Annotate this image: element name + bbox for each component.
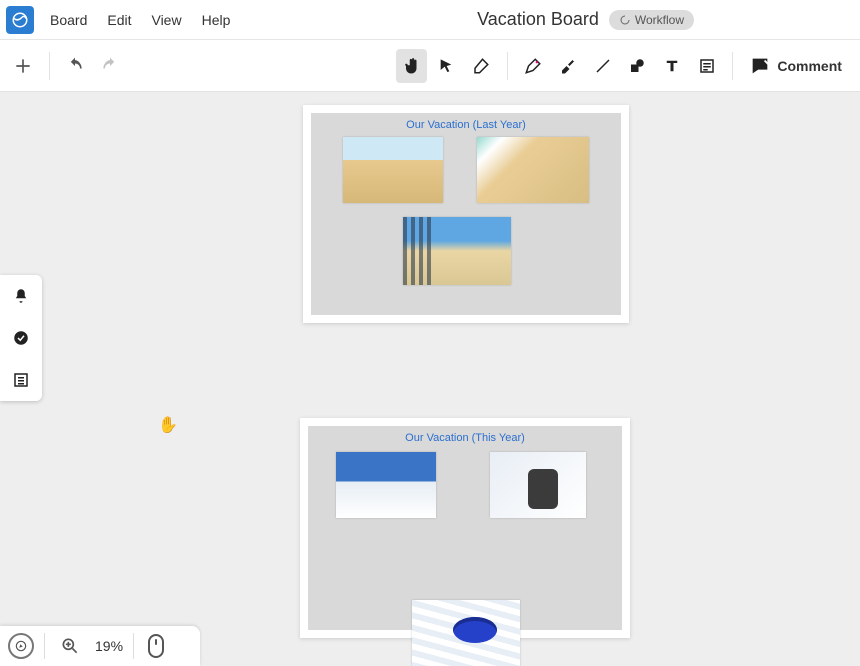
add-button[interactable]: [8, 49, 39, 83]
pointer-icon: [438, 58, 454, 74]
menu-edit[interactable]: Edit: [97, 12, 141, 28]
comment-label: Comment: [777, 58, 842, 74]
highlighter-icon: [559, 57, 577, 75]
comment-icon: [749, 55, 771, 77]
workflow-label: Workflow: [635, 13, 684, 27]
workflow-icon: [619, 14, 631, 26]
shape-tool[interactable]: [622, 49, 653, 83]
redo-icon: [100, 56, 120, 76]
frame-inner: Our Vacation (This Year): [308, 426, 622, 630]
frame-last-year[interactable]: Our Vacation (Last Year): [303, 105, 629, 323]
statusbar-separator: [133, 633, 134, 659]
zoom-in-icon: [60, 636, 80, 656]
zoom-level[interactable]: 19%: [95, 638, 123, 654]
image-snowboarder[interactable]: [490, 452, 586, 518]
image-beach-fence[interactable]: [403, 217, 511, 285]
text-icon: [663, 57, 681, 75]
frame-title: Our Vacation (Last Year): [311, 119, 621, 131]
undo-icon: [65, 56, 85, 76]
image-ski-goggles[interactable]: [412, 600, 520, 666]
frame-this-year[interactable]: Our Vacation (This Year): [300, 418, 630, 638]
select-tool[interactable]: [431, 49, 462, 83]
highlighter-tool[interactable]: [552, 49, 583, 83]
frame-inner: Our Vacation (Last Year): [311, 113, 621, 315]
list-icon: [12, 371, 30, 389]
app-logo[interactable]: [6, 6, 34, 34]
tasks-tab[interactable]: [8, 325, 34, 351]
image-mountains[interactable]: [336, 452, 436, 518]
redo-button[interactable]: [95, 49, 126, 83]
status-bar: 19%: [0, 626, 200, 666]
canvas[interactable]: Our Vacation (Last Year) Our Vacation (T…: [0, 92, 860, 666]
pen-tool[interactable]: [518, 49, 549, 83]
image-shoreline[interactable]: [477, 137, 589, 203]
board-title: Vacation Board: [477, 9, 599, 30]
app-icon: [11, 11, 29, 29]
bell-icon: [12, 287, 30, 305]
toolbar-separator: [507, 52, 508, 80]
undo-button[interactable]: [60, 49, 91, 83]
note-tool[interactable]: [692, 49, 723, 83]
menu-view[interactable]: View: [141, 12, 191, 28]
toolbar-separator: [732, 52, 733, 80]
text-tool[interactable]: [657, 49, 688, 83]
menu-help[interactable]: Help: [192, 12, 241, 28]
comment-button[interactable]: Comment: [743, 55, 848, 77]
hand-tool[interactable]: [396, 49, 427, 83]
side-panel: [0, 275, 42, 401]
scroll-mode-button[interactable]: [148, 634, 164, 658]
line-tool[interactable]: [587, 49, 618, 83]
check-circle-icon: [12, 329, 30, 347]
toolbar-separator: [49, 52, 50, 80]
shape-icon: [628, 57, 646, 75]
workflow-badge[interactable]: Workflow: [609, 10, 694, 30]
hand-icon: [403, 57, 421, 75]
eraser-tool[interactable]: [466, 49, 497, 83]
image-beach-chair[interactable]: [343, 137, 443, 203]
zoom-in-button[interactable]: [55, 631, 85, 661]
minimap-button[interactable]: [8, 633, 34, 659]
plus-icon: [13, 56, 33, 76]
pen-icon: [524, 57, 542, 75]
frame-title: Our Vacation (This Year): [308, 432, 622, 444]
statusbar-separator: [44, 633, 45, 659]
hand-cursor-icon: ✋: [158, 415, 178, 435]
eraser-icon: [472, 57, 490, 75]
menu-board[interactable]: Board: [40, 12, 97, 28]
line-icon: [594, 57, 612, 75]
notifications-tab[interactable]: [8, 283, 34, 309]
note-icon: [698, 57, 716, 75]
outline-tab[interactable]: [8, 367, 34, 393]
compass-icon: [14, 639, 28, 653]
